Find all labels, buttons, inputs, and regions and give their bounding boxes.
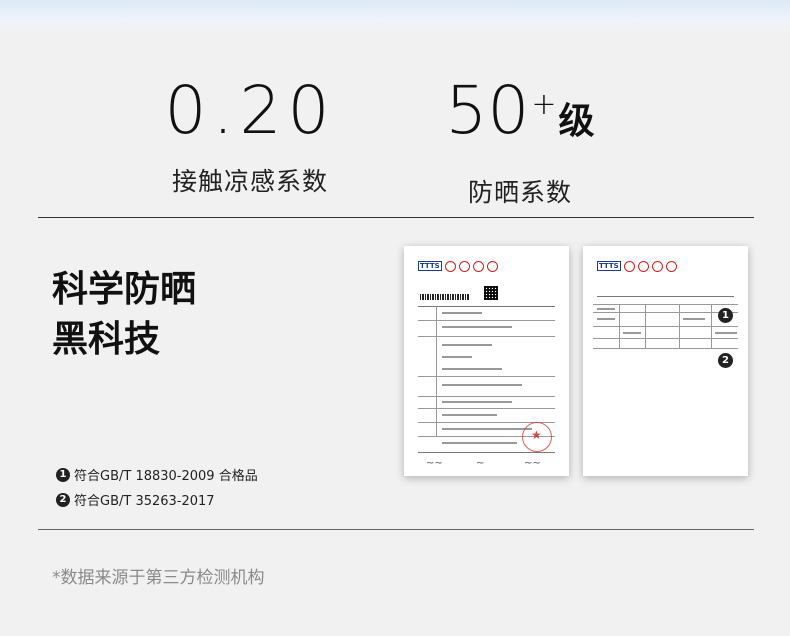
report-text	[597, 308, 615, 310]
badge-number-1: 1	[718, 308, 733, 323]
sun-protection-unit: 级	[558, 101, 595, 142]
qr-code-icon	[484, 286, 498, 300]
table-rule	[418, 396, 555, 397]
signature-icon: ~	[476, 458, 485, 469]
seal-icon	[472, 260, 484, 272]
headline: 科学防晒 黑科技	[52, 265, 196, 365]
cooling-coefficient-label: 接触凉感系数	[171, 167, 328, 196]
report-text	[442, 442, 517, 444]
seal-icon	[444, 260, 456, 272]
table-rule	[593, 312, 738, 313]
certification-logos: TTTS	[597, 260, 738, 272]
table-rule	[418, 320, 555, 321]
note-text-2: 符合GB/T 35263-2017	[74, 494, 215, 509]
table-rule	[645, 304, 646, 348]
report-text	[683, 318, 705, 320]
report-text	[442, 356, 472, 358]
report-text	[715, 332, 737, 334]
headline-line-2: 黑科技	[52, 319, 161, 360]
sun-protection-number: 50	[445, 72, 530, 149]
lab-logo-icon: TTTS	[597, 261, 621, 271]
table-rule	[679, 304, 680, 348]
official-stamp-icon	[522, 422, 552, 452]
sun-protection-plus: +	[531, 87, 557, 122]
top-divider	[38, 217, 754, 218]
barcode-icon	[420, 294, 470, 300]
table-rule	[436, 306, 437, 436]
report-text	[442, 326, 512, 328]
standard-note-1: 1 符合GB/T 18830-2009 合格品	[56, 465, 258, 484]
report-text	[442, 428, 532, 430]
table-rule	[418, 336, 555, 337]
seal-icon	[486, 260, 498, 272]
lab-logo-icon: TTTS	[418, 261, 442, 271]
top-gradient-band	[0, 0, 790, 34]
table-rule	[619, 304, 620, 348]
report-text	[597, 318, 615, 320]
badge-number-2: 2	[718, 353, 733, 368]
data-source-footnote: *数据来源于第三方检测机构	[52, 568, 265, 588]
report-text	[442, 401, 512, 403]
report-text	[442, 368, 502, 370]
report-text	[442, 312, 482, 314]
table-rule	[418, 376, 555, 377]
sun-protection-label: 防晒系数	[467, 178, 572, 207]
seal-icon	[637, 260, 649, 272]
report-text	[623, 332, 641, 334]
seal-icon	[458, 260, 470, 272]
bottom-divider	[38, 529, 754, 530]
table-rule	[593, 304, 738, 305]
table-rule	[597, 296, 734, 297]
report-text	[442, 344, 492, 346]
signature-icon: ~~	[524, 458, 541, 469]
note-number-2: 2	[56, 492, 70, 507]
test-report-image-1: TTTS ~~ ~ ~~	[404, 246, 569, 476]
sun-protection-stat: 50+级 防晒系数	[420, 78, 620, 209]
seal-icon	[651, 260, 663, 272]
report-text	[442, 384, 522, 386]
seal-icon	[623, 260, 635, 272]
note-number-1: 1	[56, 467, 70, 482]
sun-protection-value: 50+级	[445, 78, 594, 155]
test-report-image-2: TTTS 1 2	[583, 246, 748, 476]
signature-icon: ~~	[426, 458, 443, 469]
table-rule	[418, 408, 555, 409]
note-text-1: 符合GB/T 18830-2009 合格品	[74, 469, 258, 484]
cooling-coefficient-value: 0.20	[164, 72, 336, 149]
table-rule	[593, 326, 738, 327]
cooling-coefficient-stat: 0.20 接触凉感系数	[150, 78, 350, 198]
table-rule	[418, 452, 555, 453]
standard-note-2: 2 符合GB/T 35263-2017	[56, 490, 215, 509]
seal-icon	[665, 260, 677, 272]
report-text	[442, 414, 497, 416]
headline-line-1: 科学防晒	[52, 269, 197, 310]
table-rule	[593, 338, 738, 339]
table-rule	[711, 304, 712, 348]
certification-logos: TTTS	[418, 260, 559, 272]
table-rule	[593, 348, 738, 349]
table-rule	[418, 306, 555, 307]
